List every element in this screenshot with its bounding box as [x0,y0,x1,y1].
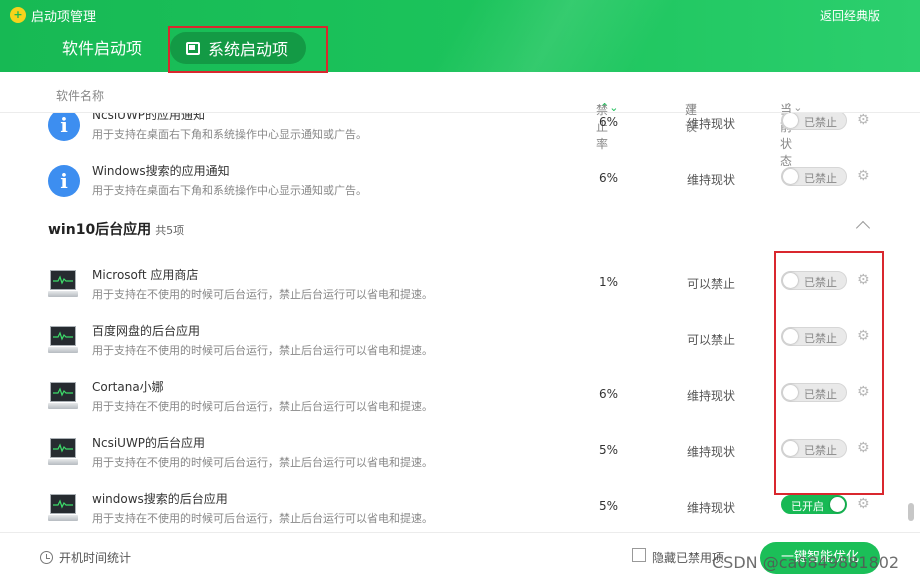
highlight-box-toggles [774,251,884,495]
item-desc: 用于支持在不使用的时候可后台运行，禁止后台运行可以省电和提速。 [92,512,433,525]
list-item: i Windows搜索的应用通知 用于支持在桌面右下角和系统操作中心显示通知或广… [0,157,904,213]
item-suggestion: 可以禁止 [687,333,736,347]
startup-list: i NcsiUWP的应用通知 用于支持在桌面右下角和系统操作中心显示通知或广告。… [0,113,904,532]
item-suggestion: 维持现状 [687,501,736,515]
list-item: 百度网盘的后台应用 用于支持在不使用的时候可后台运行，禁止后台运行可以省电和提速… [0,317,904,373]
item-desc: 用于支持在不使用的时候可后台运行，禁止后台运行可以省电和提速。 [92,344,433,357]
item-name: 百度网盘的后台应用 [92,324,201,338]
state-toggle[interactable]: 已开启 [781,495,847,514]
state-toggle[interactable]: 已禁止 [781,113,847,130]
monitor-icon [48,381,80,413]
monitor-icon [48,325,80,357]
column-name: 软件名称 [56,89,105,103]
item-name: Cortana小娜 [92,380,164,394]
item-name: NcsiUWP的应用通知 [92,113,206,122]
group-count: 共5项 [155,224,185,237]
group-title: win10后台应用 共5项 [48,222,185,238]
item-desc: 用于支持在不使用的时候可后台运行，禁止后台运行可以省电和提速。 [92,400,433,413]
header-decoration [340,0,760,72]
item-name: Microsoft 应用商店 [92,268,199,282]
item-suggestion: 维持现状 [687,117,736,131]
tab-label: 软件启动项 [62,39,143,58]
item-rate: 5% [599,443,619,457]
list-item: i NcsiUWP的应用通知 用于支持在桌面右下角和系统操作中心显示通知或广告。… [0,113,904,157]
highlight-box-tab [168,26,328,73]
item-desc: 用于支持在不使用的时候可后台运行，禁止后台运行可以省电和提速。 [92,288,433,301]
scrollbar-thumb[interactable] [908,503,914,521]
gear-icon[interactable]: ⚙ [857,113,870,128]
scrollbar[interactable] [906,113,916,532]
item-rate: 6% [599,387,619,401]
list-item: Cortana小娜 用于支持在不使用的时候可后台运行，禁止后台运行可以省电和提速… [0,373,904,429]
boot-time-stats-link[interactable]: 开机时间统计 [40,549,131,566]
clock-icon [40,551,53,564]
item-name: NcsiUWP的后台应用 [92,436,206,450]
gear-icon[interactable]: ⚙ [857,496,870,512]
item-rate: 5% [599,499,619,513]
csdn-watermark: CSDN @ca0849881802 [712,553,900,572]
item-rate: 6% [599,115,619,129]
title-bar: + 启动项管理 返回经典版 软件启动项 系统启动项 [0,0,920,72]
item-name: Windows搜索的应用通知 [92,164,230,178]
item-desc: 用于支持在桌面右下角和系统操作中心显示通知或广告。 [92,184,367,197]
tab-software-startup[interactable]: 软件启动项 [40,30,142,64]
window-title: 启动项管理 [31,10,97,25]
list-item: Microsoft 应用商店 用于支持在不使用的时候可后台运行，禁止后台运行可以… [0,261,904,317]
app-logo-icon: + [10,7,26,23]
item-rate: 1% [599,275,619,289]
group-header: win10后台应用 共5项 [0,213,904,243]
item-suggestion: 维持现状 [687,173,736,187]
item-suggestion: 可以禁止 [687,277,736,291]
item-name: windows搜索的后台应用 [92,492,228,506]
chevron-up-icon[interactable] [855,220,871,236]
item-suggestion: 维持现状 [687,445,736,459]
info-icon: i [48,113,80,141]
item-rate: 6% [599,171,619,185]
state-toggle[interactable]: 已禁止 [781,167,847,186]
item-suggestion: 维持现状 [687,389,736,403]
monitor-icon [48,269,80,301]
item-desc: 用于支持在桌面右下角和系统操作中心显示通知或广告。 [92,128,367,141]
monitor-icon [48,493,80,525]
list-item: NcsiUWP的后台应用 用于支持在不使用的时候可后台运行，禁止后台运行可以省电… [0,429,904,485]
column-header: 软件名称 禁止率⌃⌄ 建议▽ 当前状态⌃⌄ [0,73,920,168]
gear-icon[interactable]: ⚙ [857,168,870,184]
back-to-classic-link[interactable]: 返回经典版 [820,7,880,24]
monitor-icon [48,437,80,469]
list-item: windows搜索的后台应用 用于支持在不使用的时候可后台运行，禁止后台运行可以… [0,485,904,532]
boot-stats-label: 开机时间统计 [59,551,132,565]
grid-icon [40,40,54,54]
hide-disabled-checkbox[interactable] [632,548,646,562]
item-desc: 用于支持在不使用的时候可后台运行，禁止后台运行可以省电和提速。 [92,456,433,469]
info-icon: i [48,165,80,197]
